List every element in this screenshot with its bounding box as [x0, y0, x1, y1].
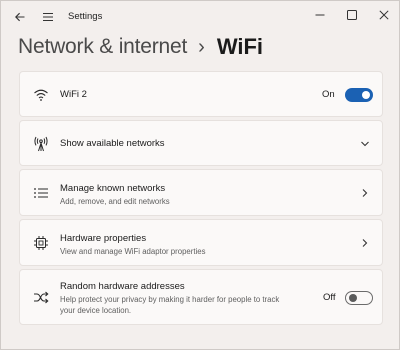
maximize-icon: [347, 10, 357, 20]
hardware-properties-description: View and manage WiFi adaptor properties: [60, 247, 206, 256]
chevron-right-icon: [360, 188, 370, 198]
list-icon: [32, 184, 50, 202]
wifi-state-label: On: [322, 89, 335, 100]
minimize-icon: [315, 14, 325, 16]
toggle-knob: [362, 91, 370, 99]
antenna-icon: [32, 135, 50, 153]
minimize-button[interactable]: [303, 1, 337, 29]
random-hardware-addresses-description-line2: your device location.: [60, 306, 132, 315]
shuffle-icon: [32, 289, 50, 307]
settings-window: Settings Network & internet › WiFi WiFi …: [0, 0, 400, 350]
breadcrumb-parent-network[interactable]: Network & internet: [18, 35, 187, 59]
title-bar: Settings: [1, 1, 400, 33]
random-hardware-addresses-label: Random hardware addresses: [60, 281, 185, 292]
show-available-networks-row[interactable]: Show available networks: [19, 120, 383, 166]
random-hardware-addresses-description-line1: Help protect your privacy by making it h…: [60, 295, 280, 304]
hardware-properties-label: Hardware properties: [60, 233, 147, 244]
chip-icon: [32, 234, 50, 252]
breadcrumb-separator: ›: [198, 35, 205, 58]
chevron-down-icon: [360, 139, 370, 149]
wifi-toggle[interactable]: [345, 88, 373, 102]
wifi-adapter-name: WiFi 2: [60, 89, 87, 100]
chevron-right-icon: [360, 238, 370, 248]
manage-known-networks-description: Add, remove, and edit networks: [60, 197, 170, 206]
show-available-networks-label: Show available networks: [60, 138, 165, 149]
random-hardware-addresses-card: Random hardware addresses Help protect y…: [19, 269, 383, 325]
random-addresses-state-label: Off: [323, 292, 336, 303]
manage-known-networks-label: Manage known networks: [60, 183, 166, 194]
breadcrumb: Network & internet › WiFi: [18, 34, 263, 60]
app-title: Settings: [68, 11, 103, 22]
navigation-menu-button[interactable]: [31, 1, 65, 33]
close-icon: [379, 10, 389, 20]
hamburger-icon: [43, 12, 53, 22]
random-addresses-toggle[interactable]: [345, 291, 373, 305]
maximize-button[interactable]: [335, 1, 369, 29]
manage-known-networks-row[interactable]: Manage known networks Add, remove, and e…: [19, 169, 383, 216]
back-arrow-icon: [15, 12, 25, 22]
toggle-knob: [349, 294, 357, 302]
wifi-icon: [32, 86, 50, 104]
close-button[interactable]: [367, 1, 400, 29]
page-title: WiFi: [216, 34, 264, 59]
hardware-properties-row[interactable]: Hardware properties View and manage WiFi…: [19, 219, 383, 266]
wifi-toggle-card: WiFi 2 On: [19, 71, 383, 117]
